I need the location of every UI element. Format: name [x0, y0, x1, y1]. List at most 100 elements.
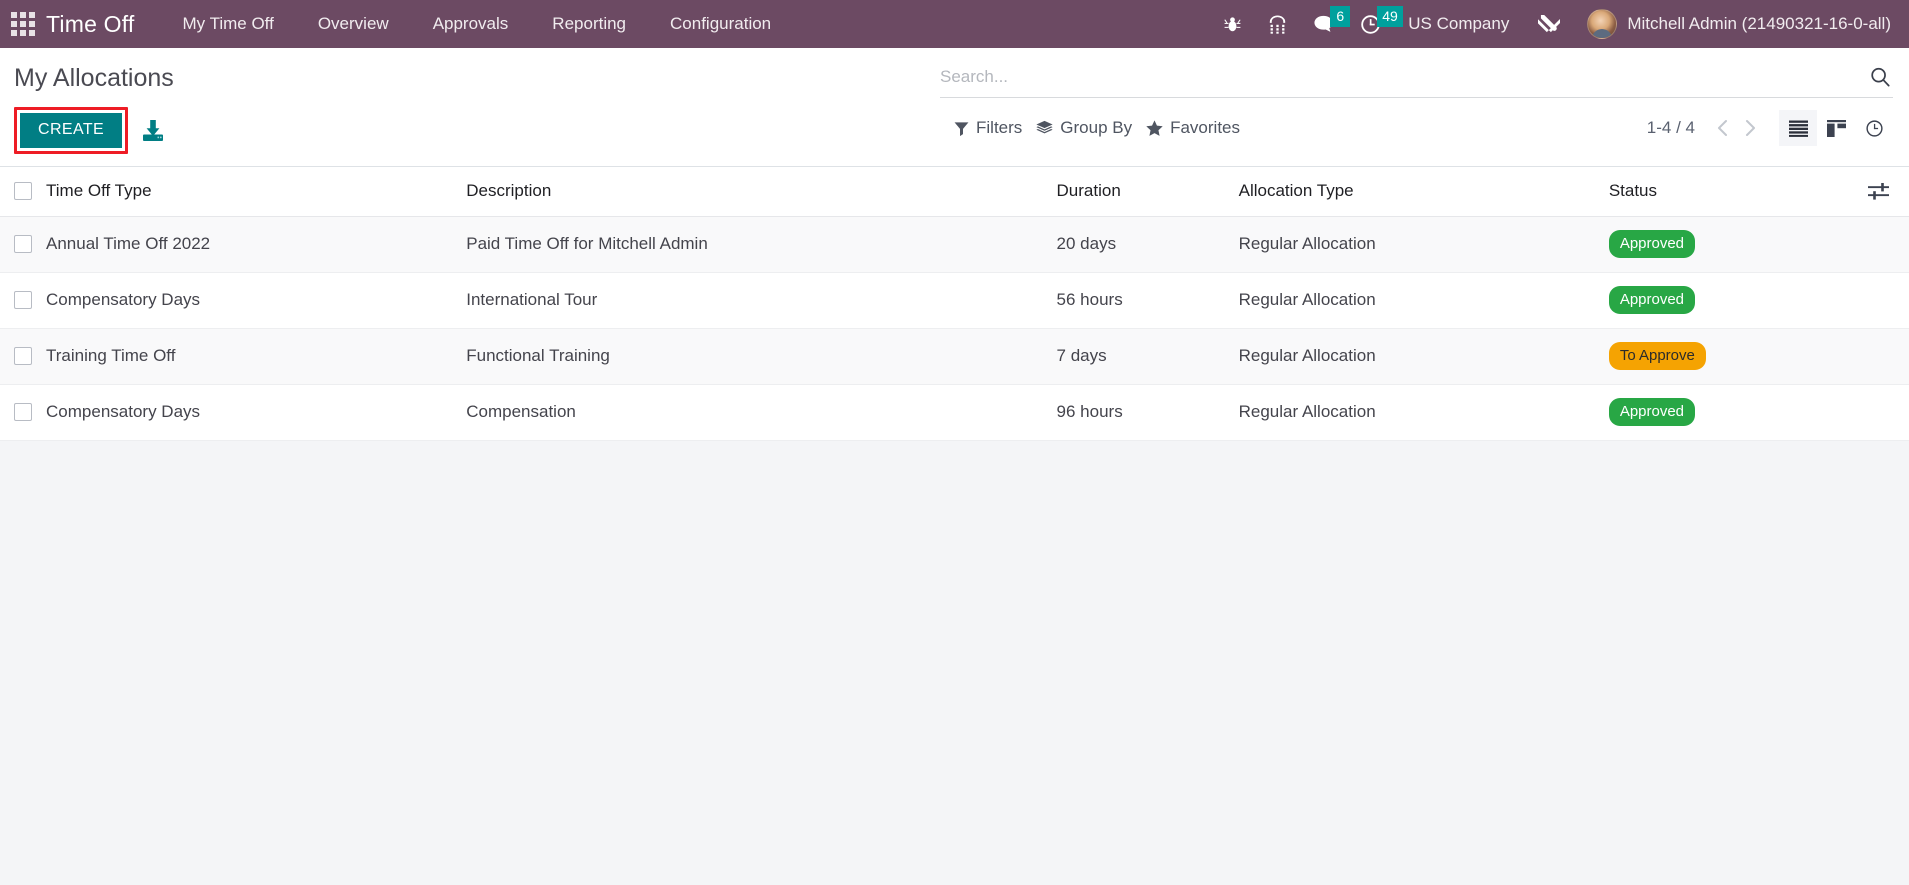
column-settings-button[interactable]: [1849, 182, 1909, 200]
cell-spacer: [1848, 272, 1909, 329]
menu-item-overview[interactable]: Overview: [296, 0, 411, 48]
column-header-allocation-type[interactable]: Allocation Type: [1238, 167, 1609, 217]
control-panel: My Allocations CREATE Search... Filters …: [0, 48, 1909, 167]
cell-status: Approved: [1608, 216, 1849, 273]
column-header-time-off-type[interactable]: Time Off Type: [46, 167, 467, 217]
cell-description: International Tour: [466, 272, 1057, 329]
menu-item-my-time-off[interactable]: My Time Off: [161, 0, 296, 48]
row-select-cell: [0, 216, 47, 273]
cell-spacer: [1848, 384, 1909, 441]
table-row[interactable]: Compensatory Days International Tour 56 …: [0, 272, 1909, 329]
cell-duration: 20 days: [1056, 216, 1239, 273]
app-brand-title[interactable]: Time Off: [46, 11, 161, 38]
favorites-label: Favorites: [1170, 118, 1241, 137]
pager-next-button[interactable]: [1737, 114, 1763, 142]
search-options: Filters Group By Favorites 1-4 / 4: [940, 98, 1893, 158]
user-name-label: Mitchell Admin (21490321-16-0-all): [1627, 14, 1891, 33]
activities-button[interactable]: 49: [1347, 0, 1403, 48]
control-panel-left: My Allocations CREATE: [0, 48, 940, 166]
activities-badge: 49: [1377, 6, 1403, 27]
activity-view-icon: [1865, 119, 1883, 137]
cell-allocation-type: Regular Allocation: [1238, 272, 1609, 329]
top-navbar: Time Off My Time Off Overview Approvals …: [0, 0, 1909, 48]
chevron-right-icon: [1745, 120, 1755, 136]
voip-dialpad-button[interactable]: [1255, 0, 1300, 48]
row-checkbox[interactable]: [14, 403, 32, 421]
cell-spacer: [1848, 328, 1909, 385]
create-button[interactable]: CREATE: [20, 113, 123, 148]
import-download-icon: [143, 119, 164, 141]
bug-icon: [1224, 16, 1241, 31]
dev-tools-button[interactable]: [1525, 0, 1573, 48]
cell-time-off-type: Compensatory Days: [46, 272, 467, 329]
debug-bug-button[interactable]: [1210, 0, 1255, 48]
column-settings-icon: [1868, 182, 1890, 200]
optional-columns-header: [1848, 167, 1909, 217]
page-title: My Allocations: [14, 64, 174, 92]
star-icon: [1146, 120, 1163, 136]
table-row[interactable]: Training Time Off Functional Training 7 …: [0, 328, 1909, 385]
company-switcher[interactable]: US Company: [1394, 14, 1525, 34]
cell-allocation-type: Regular Allocation: [1238, 384, 1609, 441]
search-icon: [1871, 67, 1890, 87]
status-badge: Approved: [1608, 230, 1696, 258]
row-select-cell: [0, 328, 47, 385]
table-row[interactable]: Annual Time Off 2022 Paid Time Off for M…: [0, 216, 1909, 273]
row-checkbox[interactable]: [14, 291, 32, 309]
column-header-status[interactable]: Status: [1608, 167, 1849, 217]
apps-menu-button[interactable]: [0, 0, 46, 48]
search-bar[interactable]: [940, 48, 1893, 98]
user-menu[interactable]: Mitchell Admin (21490321-16-0-all): [1573, 0, 1901, 48]
row-checkbox[interactable]: [14, 347, 32, 365]
records-list: Time Off Type Description Duration Alloc…: [0, 167, 1909, 441]
pager-count: 1-4 / 4: [1646, 118, 1695, 137]
filters-label: Filters: [976, 118, 1023, 137]
column-header-description[interactable]: Description: [466, 167, 1057, 217]
cell-allocation-type: Regular Allocation: [1238, 216, 1609, 273]
kanban-view-icon: [1826, 119, 1846, 137]
group-by-label: Group By: [1060, 118, 1133, 137]
menu-item-configuration[interactable]: Configuration: [648, 0, 793, 48]
action-buttons: CREATE: [14, 91, 940, 166]
list-view-button[interactable]: [1779, 110, 1817, 146]
cell-time-off-type: Annual Time Off 2022: [46, 216, 467, 273]
status-badge: Approved: [1608, 286, 1696, 314]
cell-time-off-type: Training Time Off: [46, 328, 467, 385]
pager-previous-button[interactable]: [1709, 114, 1735, 142]
activity-view-button[interactable]: [1855, 110, 1893, 146]
filters-dropdown[interactable]: Filters: [940, 116, 1036, 140]
group-by-dropdown[interactable]: Group By: [1036, 116, 1146, 140]
cell-spacer: [1848, 216, 1909, 273]
grid-apps-icon: [11, 12, 35, 36]
menu-item-reporting[interactable]: Reporting: [530, 0, 648, 48]
favorites-dropdown[interactable]: Favorites: [1146, 116, 1254, 140]
chevron-left-icon: [1717, 120, 1727, 136]
row-select-cell: [0, 272, 47, 329]
pager: 1-4 / 4: [1647, 110, 1893, 146]
select-all-header: [0, 167, 47, 217]
table-header-row: Time Off Type Description Duration Alloc…: [0, 167, 1909, 217]
import-records-button[interactable]: [128, 119, 178, 143]
status-badge: Approved: [1608, 398, 1696, 426]
table-row[interactable]: Compensatory Days Compensation 96 hours …: [0, 384, 1909, 441]
cell-description: Paid Time Off for Mitchell Admin: [466, 216, 1057, 273]
messaging-button[interactable]: 6: [1300, 0, 1351, 48]
kanban-view-button[interactable]: [1817, 110, 1855, 146]
cell-status: Approved: [1608, 384, 1849, 441]
cell-description: Compensation: [466, 384, 1057, 441]
avatar: [1587, 9, 1618, 39]
column-header-duration[interactable]: Duration: [1056, 167, 1239, 217]
cell-description: Functional Training: [466, 328, 1057, 385]
search-input[interactable]: [940, 67, 1861, 87]
select-all-checkbox[interactable]: [14, 182, 32, 200]
search-button[interactable]: [1861, 66, 1891, 88]
list-view-icon: [1788, 120, 1808, 137]
menu-item-approvals[interactable]: Approvals: [411, 0, 531, 48]
allocations-table: Time Off Type Description Duration Alloc…: [0, 167, 1909, 441]
view-switcher: [1779, 110, 1893, 146]
empty-content-area: [0, 441, 1909, 885]
cell-duration: 96 hours: [1056, 384, 1239, 441]
row-checkbox[interactable]: [14, 235, 32, 253]
cell-time-off-type: Compensatory Days: [46, 384, 467, 441]
table-body: Annual Time Off 2022 Paid Time Off for M…: [0, 216, 1909, 441]
